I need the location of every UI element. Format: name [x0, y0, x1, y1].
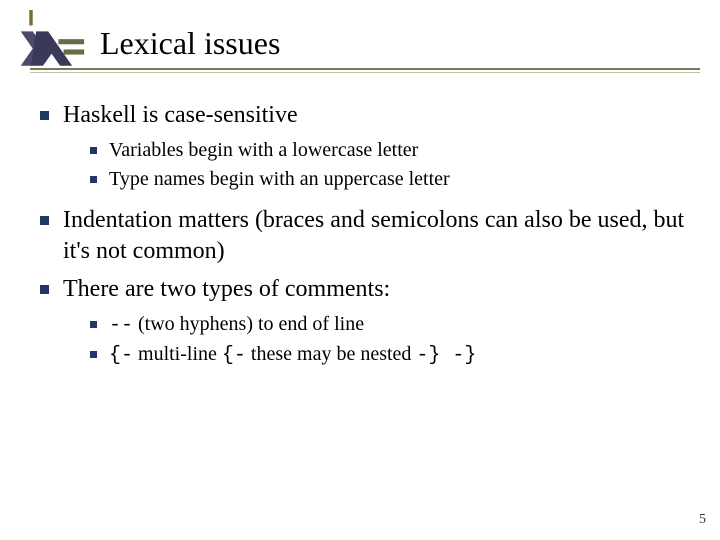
bullet-icon: [40, 285, 49, 294]
list-item-text: There are two types of comments:: [63, 274, 390, 305]
text-fragment: (two hyphens) to end of line: [133, 313, 364, 335]
list-item: -- (two hyphens) to end of line: [90, 311, 700, 339]
code-fragment: {-: [222, 344, 246, 367]
list-item-text: Indentation matters (braces and semicolo…: [63, 205, 700, 267]
list-item: There are two types of comments:: [40, 274, 700, 305]
code-fragment: -} -}: [416, 344, 476, 367]
list-item: Type names begin with an uppercase lette…: [90, 166, 700, 193]
code-fragment: --: [109, 314, 133, 337]
code-fragment: {-: [109, 344, 133, 367]
list-item: Variables begin with a lowercase letter: [90, 137, 700, 164]
bullet-icon: [90, 147, 97, 154]
list-item-text: Variables begin with a lowercase letter: [109, 137, 418, 164]
list-item: Haskell is case-sensitive: [40, 100, 700, 131]
title-underline-thin: [30, 72, 700, 73]
list-item-text: Haskell is case-sensitive: [63, 100, 298, 131]
bullet-icon: [90, 351, 97, 358]
slide-content: Haskell is case-sensitive Variables begi…: [40, 100, 700, 381]
list-item-text: -- (two hyphens) to end of line: [109, 311, 364, 339]
haskell-logo-icon: [20, 10, 90, 70]
slide-title: Lexical issues: [100, 25, 280, 62]
list-item: Indentation matters (braces and semicolo…: [40, 205, 700, 267]
bullet-icon: [40, 111, 49, 120]
list-item-text: Type names begin with an uppercase lette…: [109, 166, 450, 193]
bullet-icon: [90, 176, 97, 183]
list-item-text: {- multi-line {- these may be nested -} …: [109, 341, 476, 369]
title-underline: [30, 68, 700, 70]
bullet-icon: [90, 321, 97, 328]
text-fragment: multi-line: [133, 343, 222, 365]
page-number: 5: [699, 512, 706, 528]
text-fragment: these may be nested: [246, 343, 417, 365]
list-item: {- multi-line {- these may be nested -} …: [90, 341, 700, 369]
bullet-icon: [40, 216, 49, 225]
